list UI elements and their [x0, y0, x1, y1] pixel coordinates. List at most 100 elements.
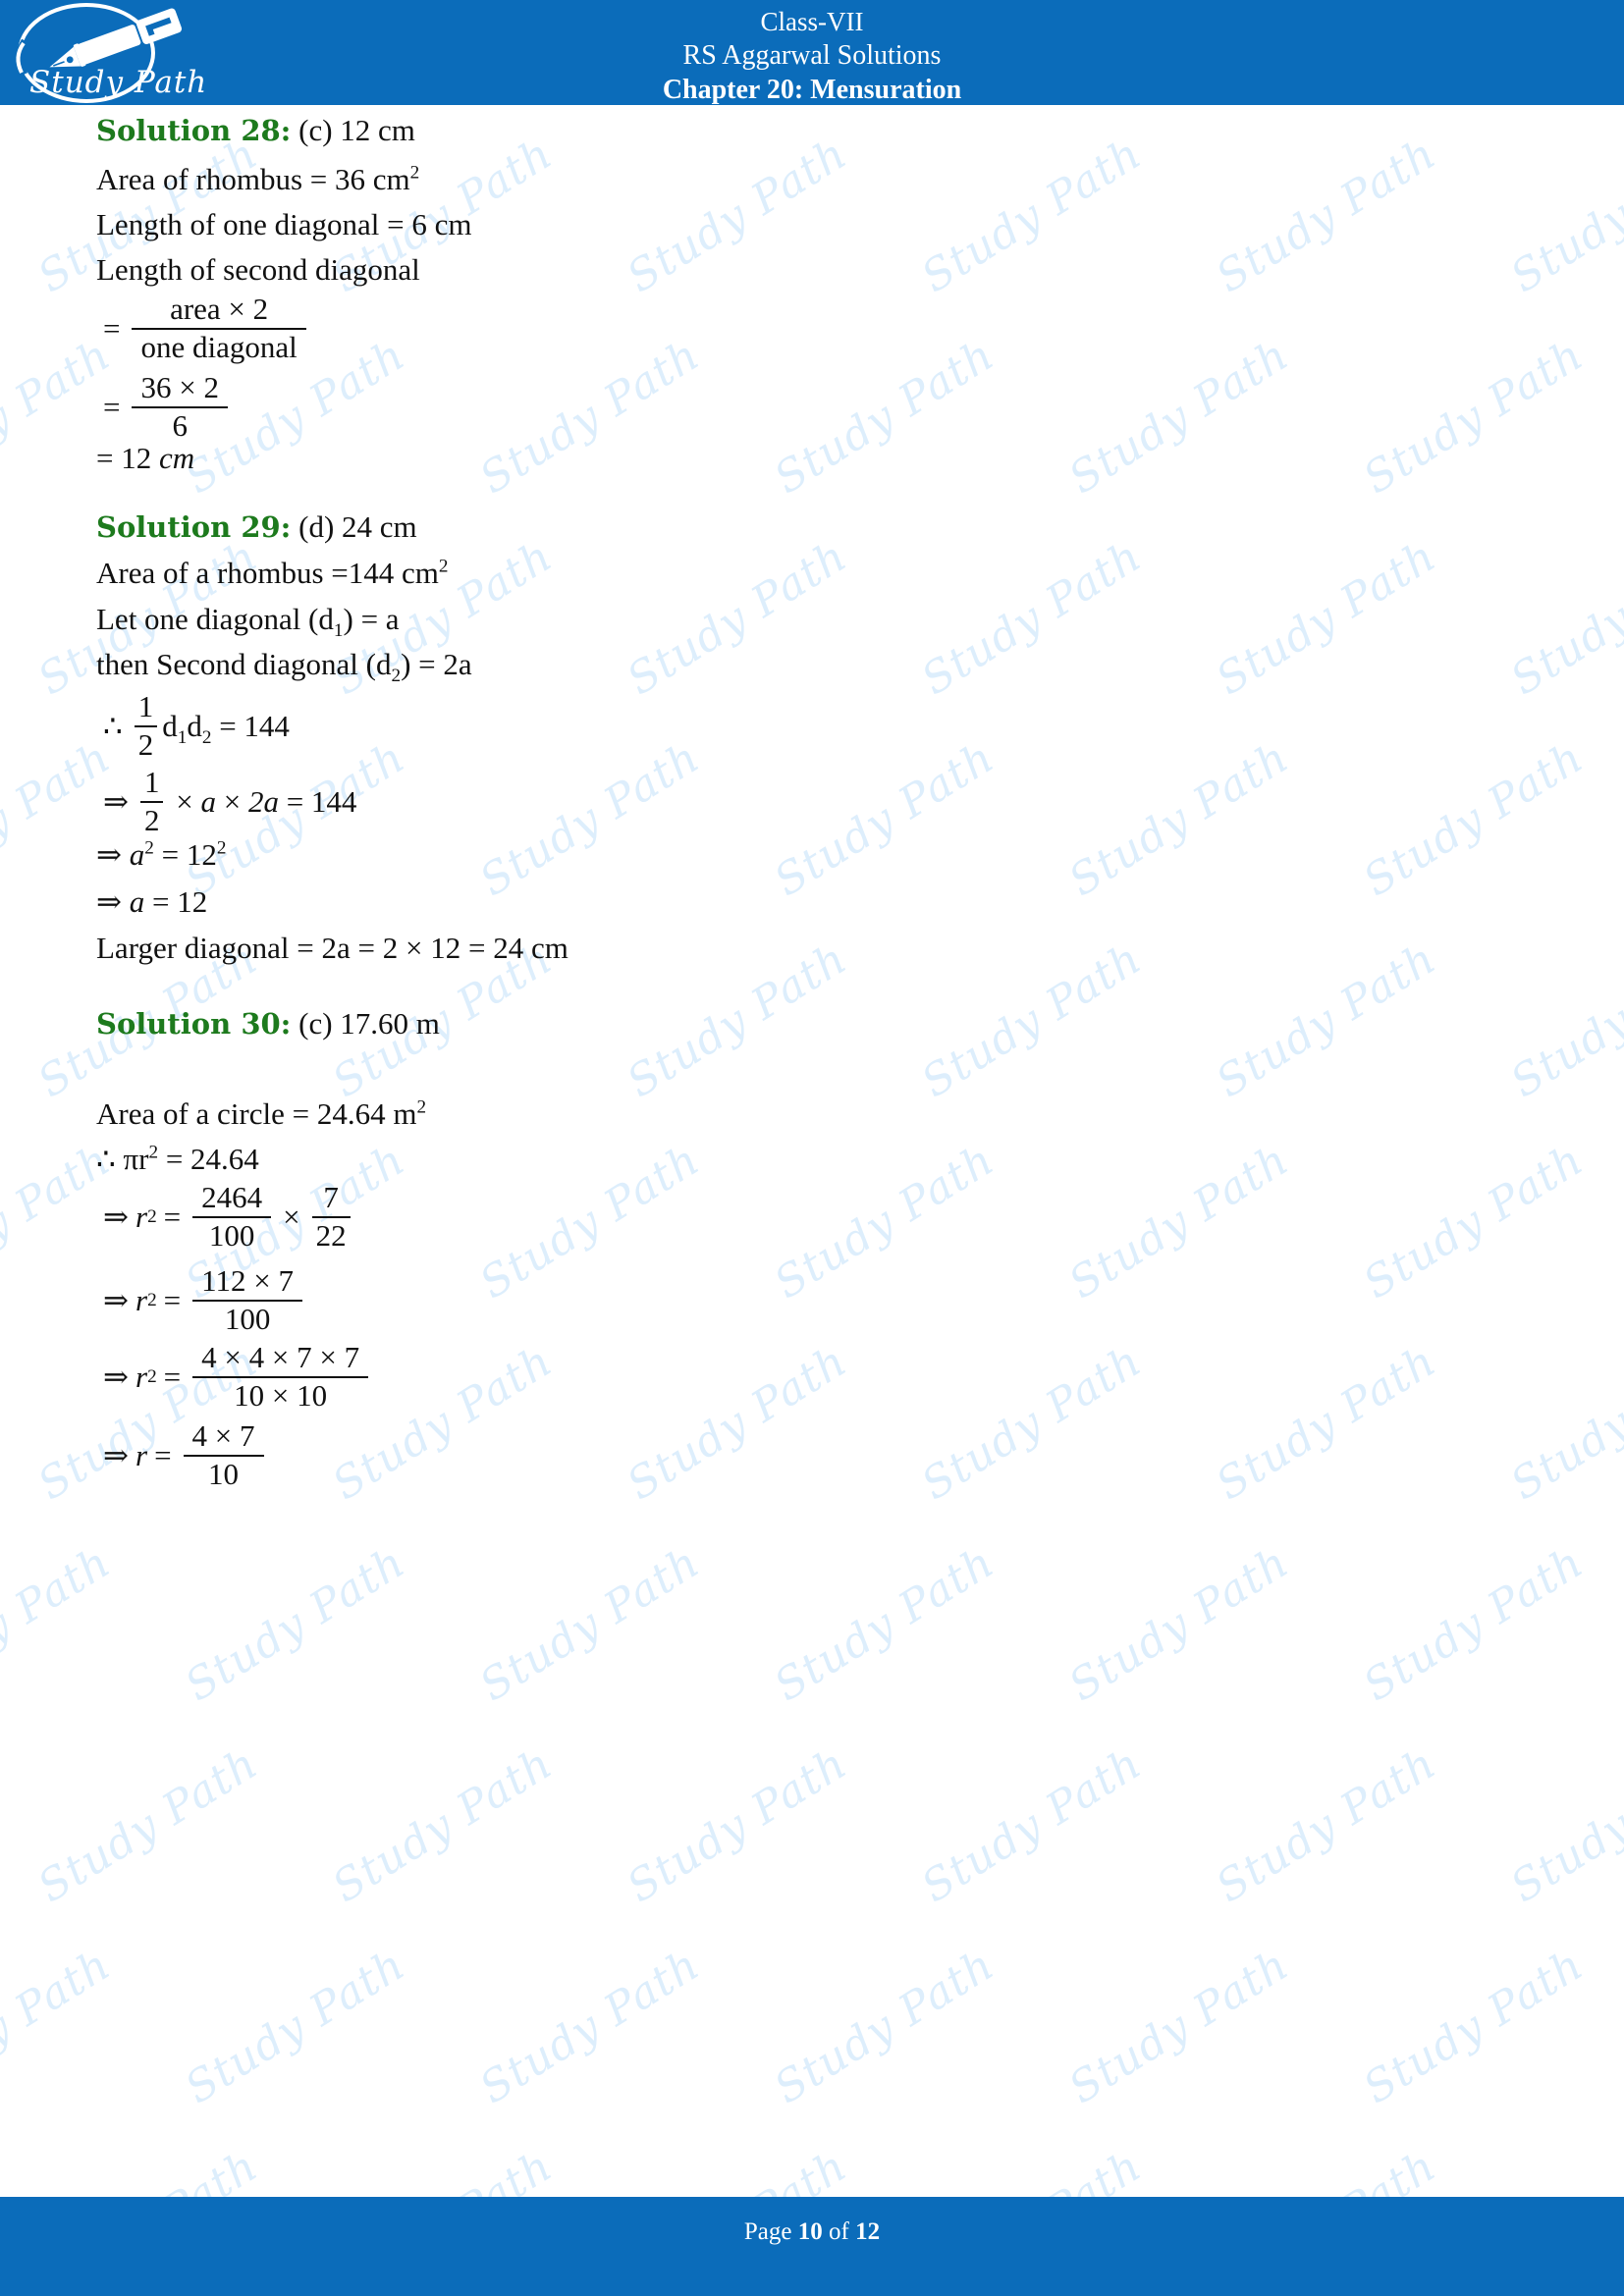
s30-f3-eq: =: [163, 1359, 182, 1394]
solution-29-label: Solution 29:: [96, 510, 292, 544]
s30-f1-denominator-2: 22: [315, 1217, 347, 1253]
s30-f2-r: r: [135, 1282, 148, 1317]
s30-l2-a: ∴ πr: [96, 1142, 149, 1176]
page-header: Study Path Class-VII RS Aggarwal Solutio…: [0, 0, 1624, 105]
page-number-label: Page 10 of 12: [0, 2218, 1624, 2246]
s30-f4-arrow: ⇒: [103, 1437, 129, 1472]
solution-30-label: Solution 30:: [96, 1007, 292, 1041]
s30-f1-eq: =: [163, 1199, 182, 1234]
s30-f4-eq: =: [154, 1437, 172, 1472]
s29-l2-a: Let one diagonal (d: [96, 602, 334, 636]
s29-f2-denominator: 2: [143, 802, 160, 837]
s30-f4-denominator: 10: [208, 1456, 240, 1491]
s30-f4-r: r: [135, 1437, 148, 1472]
footer-prefix: Page: [743, 2218, 792, 2245]
s29-f2-eq: = 144: [286, 783, 357, 819]
footer-current-page: 10: [797, 2218, 823, 2245]
s30-f1-r: r: [135, 1199, 148, 1234]
solution-30-line-1: Area of a circle = 24.64 m2: [96, 1096, 426, 1132]
s29-l2-sub: 1: [333, 620, 344, 642]
s29-l5-arrow: ⇒: [96, 884, 122, 919]
solution-29-line-2: Let one diagonal (d1) = a: [96, 602, 400, 640]
solution-30-heading: Solution 30: (c) 17.60 m: [96, 1006, 440, 1041]
solution-28-line-2: Length of one diagonal = 6 cm: [96, 207, 472, 241]
s29-l2-b: ) = a: [343, 602, 400, 636]
s29-times-2: ×: [223, 783, 242, 819]
s30-l1-text: Area of a circle = 24.64 m: [96, 1096, 417, 1131]
header-titles: Class-VII RS Aggarwal Solutions Chapter …: [0, 5, 1624, 105]
solution-29-equation-1: ∴ 1 2 d1d2 = 144: [96, 689, 290, 763]
s28-result-value: 12: [121, 441, 152, 475]
s30-l1-sup: 2: [416, 1096, 427, 1118]
s30-f1-numerator: 2464: [201, 1180, 263, 1214]
s30-f2-eq: =: [163, 1282, 182, 1317]
solution-29-line-1: Area of a rhombus =144 cm2: [96, 556, 449, 591]
s29-l1-text: Area of a rhombus =144 cm: [96, 556, 439, 590]
s28-result-unit: cm: [158, 441, 195, 475]
s28-result-eq: =: [96, 441, 114, 475]
s30-f2-numerator: 112 × 7: [201, 1263, 294, 1298]
s29-l4-sup2: 2: [216, 837, 227, 859]
s29-d2-sub: 2: [201, 726, 212, 748]
s29-times-1: ×: [176, 783, 193, 819]
s29-d1-sub: 1: [177, 726, 188, 748]
solution-30-equation-4: ⇒ r = 4 × 7 10: [96, 1418, 269, 1492]
s30-f1-times: ×: [283, 1199, 300, 1234]
solution-29-line-5: ⇒ a = 12: [96, 884, 207, 920]
s29-l4-sup1: 2: [144, 837, 154, 859]
s29-f1-eq: = 144: [219, 708, 290, 743]
footer-total-pages: 12: [855, 2218, 881, 2245]
solution-30-answer: (c) 17.60 m: [298, 1006, 440, 1041]
s30-l2-b: = 24.64: [165, 1142, 259, 1176]
s29-f2-op: ⇒: [103, 783, 129, 819]
footer-of: of: [829, 2218, 849, 2245]
s28-f2-op: =: [103, 389, 121, 424]
solutions-content: Solution 28: (c) 12 cm Area of rhombus =…: [0, 105, 1624, 2197]
s28-f2-denominator: 6: [172, 407, 188, 443]
s29-l3-b: ) = 2a: [401, 647, 472, 681]
s29-f1-denominator: 2: [137, 726, 154, 762]
solution-30-equation-3: ⇒ r2 = 4 × 4 × 7 × 7 10 × 10: [96, 1340, 373, 1414]
s29-d1: d: [162, 708, 178, 743]
solution-29-heading: Solution 29: (d) 24 cm: [96, 509, 417, 545]
s29-f1-tail: d1d2 = 144: [162, 708, 290, 747]
s29-l4-arrow: ⇒: [96, 837, 122, 872]
solution-28-line-3: Length of second diagonal: [96, 252, 420, 287]
s29-l4-v: 12: [186, 837, 217, 872]
s30-f3-arrow: ⇒: [103, 1359, 129, 1394]
solution-28-fraction-2: = 36 × 2 6: [96, 370, 233, 444]
header-class: Class-VII: [760, 7, 864, 36]
solution-29-line-6: Larger diagonal = 2a = 2 × 12 = 24 cm: [96, 931, 568, 965]
s29-f1-op: ∴: [103, 708, 123, 743]
s29-f2-numerator: 1: [143, 765, 160, 799]
s28-l1-text: Area of rhombus = 36 cm: [96, 162, 410, 196]
header-chapter: Chapter 20: Mensuration: [662, 75, 962, 105]
solution-28-line-1: Area of rhombus = 36 cm2: [96, 162, 419, 197]
header-book: RS Aggarwal Solutions: [682, 40, 942, 72]
solution-29-line-3: then Second diagonal (d2) = 2a: [96, 647, 472, 685]
s30-f4-numerator: 4 × 7: [191, 1418, 255, 1453]
s29-l4-a: a: [129, 837, 145, 872]
s30-f3-numerator: 4 × 4 × 7 × 7: [201, 1340, 360, 1374]
s30-f3-denominator: 10 × 10: [234, 1377, 328, 1413]
solution-29-answer: (d) 24 cm: [298, 509, 417, 544]
s28-f1-numerator: area × 2: [170, 292, 269, 326]
page-footer: Page 10 of 12: [0, 2197, 1624, 2296]
solution-29-equation-2: ⇒ 1 2 × a × 2a = 144: [96, 765, 356, 838]
s30-f3-r: r: [135, 1359, 148, 1394]
solution-29-line-4: ⇒ a2 = 122: [96, 837, 226, 873]
s30-f2-denominator: 100: [224, 1301, 271, 1336]
s29-l3-sub: 2: [391, 666, 402, 687]
s29-f1-numerator: 1: [137, 689, 154, 723]
solution-30-equation-1: ⇒ r2 = 2464 100 × 7 22: [96, 1180, 355, 1254]
s30-f1-numerator-2: 7: [323, 1180, 339, 1214]
solution-28-label: Solution 28:: [96, 114, 292, 147]
s28-f1-denominator: one diagonal: [140, 329, 298, 364]
s29-l4-eq: =: [161, 837, 180, 872]
solution-30-equation-2: ⇒ r2 = 112 × 7 100: [96, 1263, 307, 1337]
solution-28-answer: (c) 12 cm: [298, 113, 415, 147]
solution-30-line-2: ∴ πr2 = 24.64: [96, 1142, 259, 1177]
s30-f1-denominator: 100: [208, 1217, 255, 1253]
s30-f1-arrow: ⇒: [103, 1199, 129, 1234]
s28-f1-op: =: [103, 310, 121, 346]
